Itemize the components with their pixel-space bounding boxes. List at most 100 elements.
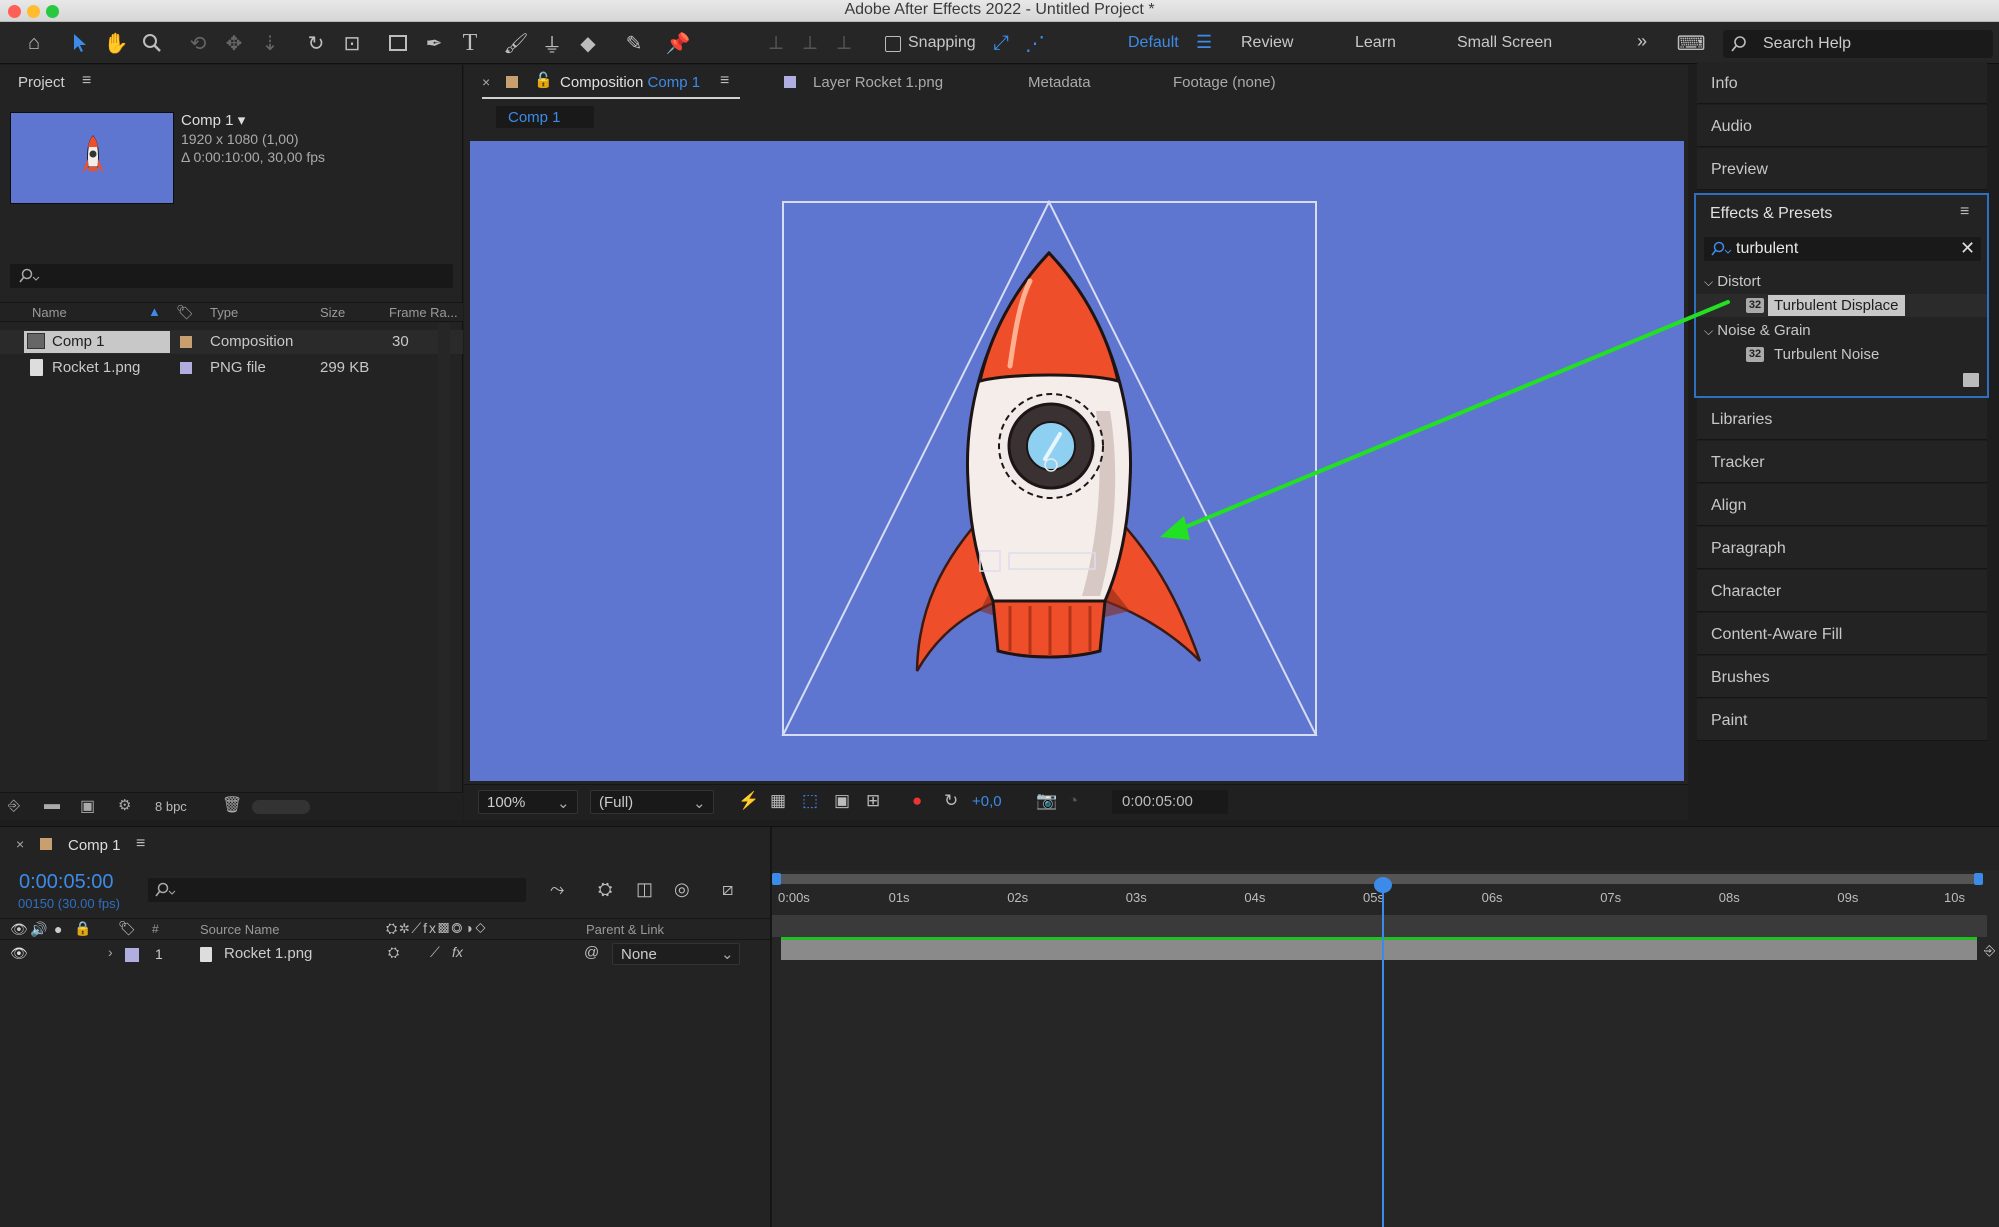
time-navigator[interactable] bbox=[772, 915, 1987, 937]
clear-search-icon[interactable]: ✕ bbox=[1960, 238, 1975, 259]
column-type[interactable]: Type bbox=[210, 305, 238, 320]
project-panel-title[interactable]: Project bbox=[18, 74, 65, 91]
layer-bar[interactable] bbox=[781, 940, 1977, 960]
snap-edges-icon[interactable]: ⤢ bbox=[987, 29, 1015, 57]
layer-name[interactable]: Rocket 1.png bbox=[224, 945, 312, 962]
expand-layer-chevron-icon[interactable]: › bbox=[108, 944, 113, 960]
new-composition-icon[interactable]: ▣ bbox=[80, 796, 95, 816]
close-timeline-tab-icon[interactable]: × bbox=[16, 836, 24, 852]
panel-audio[interactable]: Audio bbox=[1697, 105, 1987, 147]
reset-exposure-icon[interactable]: ↻ bbox=[944, 791, 958, 811]
clone-stamp-tool-icon[interactable]: ⏚ bbox=[538, 29, 566, 57]
home-icon[interactable]: ⌂ bbox=[20, 29, 48, 57]
panel-paragraph[interactable]: Paragraph bbox=[1697, 527, 1987, 569]
graph-editor-icon[interactable]: ⧄ bbox=[722, 879, 733, 900]
selection-tool-icon[interactable] bbox=[66, 29, 94, 57]
composition-panel-menu-icon[interactable]: ≡ bbox=[720, 72, 729, 90]
bit-depth-label[interactable]: 8 bpc bbox=[155, 799, 187, 814]
minimize-window-button[interactable] bbox=[27, 5, 40, 18]
new-folder-icon[interactable]: ▬ bbox=[44, 796, 60, 814]
workspace-menu-icon[interactable]: ☰ bbox=[1196, 32, 1212, 53]
workspace-default[interactable]: Default bbox=[1128, 34, 1179, 52]
panel-character[interactable]: Character bbox=[1697, 570, 1987, 612]
snapping-checkbox[interactable] bbox=[885, 36, 901, 52]
project-item-row[interactable]: Rocket 1.png PNG file 299 KB bbox=[0, 356, 463, 380]
zoom-tool-icon[interactable] bbox=[138, 29, 166, 57]
new-preset-icon[interactable] bbox=[1963, 373, 1979, 387]
current-time-indicator-handle[interactable] bbox=[1374, 877, 1392, 893]
effect-item-turbulent-displace[interactable]: 32 Turbulent Displace bbox=[1696, 294, 1987, 317]
layer-visibility-eye-icon[interactable]: 👁 bbox=[10, 945, 28, 962]
mask-visibility-icon[interactable]: ⬚ bbox=[802, 791, 818, 811]
workspace-learn[interactable]: Learn bbox=[1355, 34, 1396, 52]
roto-brush-tool-icon[interactable]: ✎ bbox=[620, 29, 648, 57]
grid-guides-icon[interactable]: ⊞ bbox=[866, 791, 880, 811]
workspace-review[interactable]: Review bbox=[1241, 34, 1293, 52]
draft-3d-icon[interactable]: ⛭ bbox=[598, 879, 612, 900]
tab-metadata[interactable]: Metadata bbox=[1028, 74, 1091, 91]
resolution-dropdown[interactable]: (Full) ⌄ bbox=[590, 790, 714, 814]
rocket-layer-artwork[interactable] bbox=[470, 141, 1684, 781]
rectangle-tool-icon[interactable] bbox=[384, 29, 412, 57]
tab-composition[interactable]: Composition Comp 1 bbox=[560, 74, 700, 91]
timeline-layer-row[interactable]: 👁 › 1 Rocket 1.png ⛭ ⟋ fx @ None ⌄ bbox=[0, 942, 770, 966]
panel-align[interactable]: Align bbox=[1697, 484, 1987, 526]
effects-switch-icon[interactable]: fx bbox=[452, 944, 463, 960]
rotate-tool-icon[interactable]: ↻ bbox=[302, 29, 330, 57]
column-parent-link[interactable]: Parent & Link bbox=[586, 922, 664, 937]
anchor-point-tool-icon[interactable]: ⊡ bbox=[338, 29, 366, 57]
tab-layer[interactable]: Layer Rocket 1.png bbox=[813, 74, 943, 91]
panel-info[interactable]: Info bbox=[1697, 62, 1987, 104]
layer-end-marker-icon[interactable]: ⎆ bbox=[1984, 942, 1995, 959]
effect-item-turbulent-noise[interactable]: 32 Turbulent Noise bbox=[1696, 343, 1987, 366]
effects-search-input[interactable]: turbulent ✕ bbox=[1704, 237, 1981, 261]
pan-camera-icon[interactable]: ✥ bbox=[220, 29, 248, 57]
pen-tool-icon[interactable]: ✒ bbox=[420, 29, 448, 57]
brush-tool-icon[interactable]: 🖌 bbox=[502, 29, 530, 57]
search-help-field[interactable]: Search Help bbox=[1723, 30, 1993, 58]
work-area-start-handle[interactable] bbox=[772, 873, 781, 885]
label-color-swatch[interactable] bbox=[180, 362, 192, 374]
timeline-graph-area[interactable]: ⎆ bbox=[772, 870, 1999, 1227]
pick-whip-icon[interactable]: @ bbox=[584, 944, 599, 961]
tab-footage[interactable]: Footage (none) bbox=[1173, 74, 1276, 91]
region-of-interest-icon[interactable]: ▣ bbox=[834, 791, 850, 811]
snapshot-camera-icon[interactable]: 📷 bbox=[1036, 791, 1057, 811]
project-search-input[interactable] bbox=[10, 264, 453, 288]
video-visibility-icon[interactable]: 👁 bbox=[10, 921, 28, 938]
comp-flowchart-icon[interactable]: ⤳ bbox=[550, 879, 564, 900]
workspace-layout-icon[interactable]: ⌨ bbox=[1677, 29, 1706, 57]
panel-libraries[interactable]: Libraries bbox=[1697, 398, 1987, 440]
world-axis-icon[interactable]: ⟂ bbox=[796, 29, 824, 57]
work-area-end-handle[interactable] bbox=[1974, 873, 1983, 885]
label-color-swatch[interactable] bbox=[180, 336, 192, 348]
layer-label-swatch[interactable] bbox=[125, 948, 139, 962]
interpret-footage-icon[interactable]: ⎆ bbox=[8, 797, 20, 814]
channel-rgb-icon[interactable]: ● bbox=[912, 791, 922, 811]
view-axis-icon[interactable]: ⟂ bbox=[830, 29, 858, 57]
more-workspaces-icon[interactable]: » bbox=[1637, 31, 1647, 52]
playhead-line[interactable] bbox=[1374, 877, 1392, 1227]
show-snapshot-icon[interactable]: ◔ bbox=[1068, 791, 1078, 811]
local-axis-icon[interactable]: ⟂ bbox=[762, 29, 790, 57]
project-panel-menu-icon[interactable]: ≡ bbox=[82, 72, 91, 90]
solo-icon[interactable]: ● bbox=[54, 921, 62, 937]
transparency-grid-icon[interactable]: ▦ bbox=[770, 791, 786, 811]
exposure-value[interactable]: +0,0 bbox=[972, 793, 1002, 810]
dolly-camera-icon[interactable]: ⇣ bbox=[256, 29, 284, 57]
thumbnail-size-slider[interactable] bbox=[252, 800, 310, 814]
label-tag-icon[interactable]: 🏷 bbox=[176, 304, 194, 321]
puppet-pin-tool-icon[interactable]: 📌 bbox=[664, 29, 692, 57]
project-settings-icon[interactable]: ⚙ bbox=[118, 796, 131, 814]
orbit-camera-icon[interactable]: ⟲ bbox=[184, 29, 212, 57]
column-name[interactable]: Name bbox=[32, 305, 67, 320]
comp-navigator-chip[interactable]: Comp 1 bbox=[496, 106, 594, 128]
close-tab-icon[interactable]: × bbox=[482, 74, 490, 90]
effects-panel-menu-icon[interactable]: ≡ bbox=[1960, 203, 1969, 221]
magnification-dropdown[interactable]: 100% ⌄ bbox=[478, 790, 578, 814]
column-source-name[interactable]: Source Name bbox=[200, 922, 279, 937]
column-frame-rate[interactable]: Frame Ra... bbox=[389, 305, 458, 320]
label-column-icon[interactable]: 🏷 bbox=[118, 920, 136, 937]
shy-switch-icon[interactable]: ⛭ bbox=[388, 944, 399, 961]
fast-previews-icon[interactable]: ⚡ bbox=[738, 791, 759, 811]
